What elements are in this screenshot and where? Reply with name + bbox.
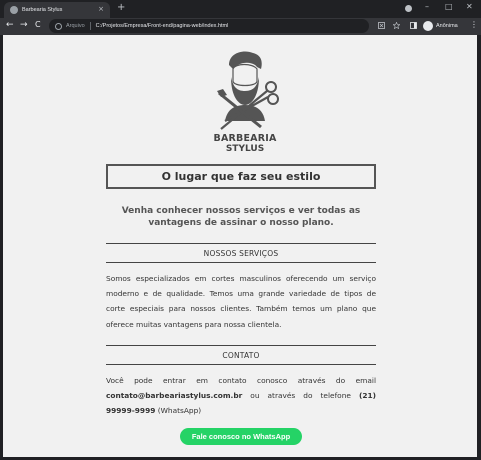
- browser-menu-button[interactable]: ⋮: [470, 20, 478, 29]
- close-window-button[interactable]: ✕: [466, 2, 473, 11]
- translate-icon[interactable]: [378, 22, 385, 29]
- incognito-avatar-icon: [423, 21, 433, 31]
- url-text[interactable]: C:/Projetos/Empresa/Front-end/pagina-web…: [96, 23, 229, 29]
- side-panel-icon[interactable]: [410, 22, 417, 29]
- logo-title: BARBEARIA: [213, 133, 277, 144]
- contact-section-title: CONTATO: [106, 345, 376, 365]
- address-bar[interactable]: Arquivo C:/Projetos/Empresa/Front-end/pa…: [49, 19, 369, 33]
- forward-button[interactable]: →: [20, 20, 28, 30]
- profile-name: Anônima: [436, 23, 458, 29]
- contact-text-start: Você pode entrar em contato conosco atra…: [106, 376, 376, 385]
- favicon-icon: [10, 6, 18, 14]
- profile-button[interactable]: Anônima: [423, 20, 458, 32]
- tab-title: Barbearia Stylus: [22, 7, 63, 13]
- new-tab-button[interactable]: +: [117, 2, 125, 13]
- maximize-button[interactable]: □: [445, 2, 453, 11]
- barber-logo-icon: [217, 51, 279, 130]
- page-viewport: BARBEARIA STYLUS O lugar que faz seu est…: [3, 35, 477, 457]
- page-headline: O lugar que faz seu estilo: [106, 164, 376, 189]
- browser-tab-strip: Barbearia Stylus × + – □ ✕: [0, 0, 481, 18]
- bookmark-star-icon[interactable]: [393, 22, 400, 29]
- barbearia-logo: BARBEARIA STYLUS: [203, 47, 287, 157]
- back-button[interactable]: ←: [6, 20, 14, 30]
- browser-toolbar: ← → C Arquivo C:/Projetos/Empresa/Front-…: [0, 18, 481, 35]
- services-text: Somos especializados em cortes masculino…: [106, 274, 376, 329]
- contact-text-mid: ou através do telefone: [242, 391, 359, 401]
- contact-email: contato@barbeariastylus.com.br: [106, 391, 243, 401]
- reload-button[interactable]: C: [35, 20, 41, 29]
- services-section-title: NOSSOS SERVIÇOS: [106, 243, 376, 263]
- page-subtitle: Venha conhecer nossos serviços e ver tod…: [121, 206, 361, 228]
- address-separator: [89, 22, 91, 30]
- extension-icon[interactable]: [405, 5, 412, 12]
- site-info-icon[interactable]: [55, 22, 62, 30]
- browser-tab[interactable]: Barbearia Stylus ×: [4, 2, 110, 18]
- contact-text: Você pode entrar em contato conosco atra…: [106, 373, 376, 419]
- minimize-button[interactable]: –: [425, 2, 429, 11]
- site-label: Arquivo: [66, 23, 85, 29]
- tab-close-icon[interactable]: ×: [98, 5, 104, 13]
- contact-text-end: (WhatsApp): [155, 406, 202, 416]
- whatsapp-contact-button[interactable]: Fale conosco no WhatsApp: [180, 428, 302, 445]
- logo-subtitle: STYLUS: [225, 144, 265, 154]
